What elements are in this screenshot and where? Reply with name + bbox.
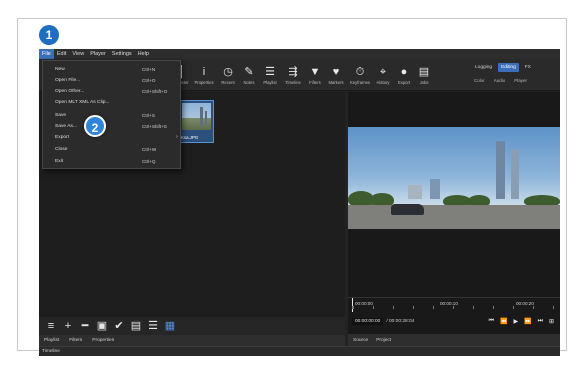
preview-tower: [511, 149, 519, 199]
layout-fx[interactable]: FX: [522, 63, 534, 72]
menu-bar: File Edit View Player Settings Help: [39, 49, 560, 59]
layout-audio[interactable]: Audio: [494, 78, 506, 83]
timeline-status-bar: Timeline: [39, 346, 560, 356]
step-callout-1: 1: [39, 25, 59, 45]
menu-item-shortcut: Ctrl+S: [142, 113, 155, 118]
duration-label: / 00:00:28:04: [386, 318, 415, 324]
rewind-icon[interactable]: ⏪: [500, 318, 507, 325]
grid-toggle-icon[interactable]: ⊞: [549, 318, 554, 325]
marker-icon: ♥: [332, 66, 340, 78]
info-icon: i: [202, 66, 206, 78]
submenu-arrow-icon: ›: [176, 134, 178, 140]
menu-item-label: Export: [55, 135, 70, 140]
menu-item-shortcut: Ctrl+N: [142, 67, 156, 72]
preview-building: [408, 185, 422, 199]
layout-color[interactable]: Color: [474, 78, 485, 83]
ruler-tickmarks: [352, 306, 556, 309]
thumbnail-caption: Ksa.JPG: [181, 135, 199, 140]
tab-playlist[interactable]: Playlist: [44, 338, 59, 343]
playhead[interactable]: [352, 298, 353, 312]
preview-car: [391, 204, 424, 215]
menu-item-open-file[interactable]: Open File... Ctrl+O: [43, 76, 180, 85]
grid-view-icon[interactable]: ▦: [164, 317, 176, 335]
menu-item-label: New: [55, 67, 65, 72]
menu-player[interactable]: Player: [87, 49, 109, 59]
toolbar-label: Properties: [194, 80, 214, 85]
menu-help[interactable]: Help: [135, 49, 152, 59]
video-preview: [348, 127, 560, 229]
update-icon[interactable]: ▣: [96, 317, 108, 335]
tab-filters[interactable]: Filters: [69, 338, 82, 343]
menu-item-label: Exit: [55, 159, 64, 164]
add-icon[interactable]: +: [62, 317, 74, 335]
menu-settings[interactable]: Settings: [109, 49, 135, 59]
skip-start-icon[interactable]: ⏮: [489, 318, 494, 325]
details-view-icon[interactable]: ▤: [130, 317, 142, 335]
menu-item-shortcut: Ctrl+Shift+O: [142, 89, 168, 94]
viewer-panel: 00:00:00 00:00:10 00:00:20 00:00:00:00 /…: [348, 92, 560, 346]
menu-view[interactable]: View: [69, 49, 87, 59]
tab-properties[interactable]: Properties: [92, 338, 114, 343]
menu-item-shortcut: Ctrl+O: [142, 78, 156, 83]
menu-file[interactable]: File: [39, 49, 54, 59]
remove-icon[interactable]: ━: [79, 317, 91, 335]
menu-item-shortcut: Ctrl+W: [142, 147, 157, 152]
toolbar-label: Markers: [328, 80, 344, 85]
menu-item-save[interactable]: Save Ctrl+S: [43, 111, 180, 120]
thumbnail-building: [205, 111, 207, 125]
tab-project[interactable]: Project: [376, 338, 391, 343]
layout-switcher: Logging Editing FX Color Audio Player: [472, 63, 552, 83]
toolbar-markers[interactable]: ♥ Markers: [323, 59, 349, 89]
menu-item-label: Close: [55, 147, 68, 152]
viewer-tabs: Source Project: [348, 334, 560, 346]
left-panel-tabs: Playlist Filters Properties: [39, 335, 345, 346]
menu-item-shortcut: Ctrl+Q: [142, 159, 156, 164]
preview-building: [430, 179, 440, 199]
layout-editing[interactable]: Editing: [498, 63, 519, 72]
timeline-label[interactable]: Timeline: [42, 349, 60, 354]
menu-item-shortcut: Ctrl+Shift+S: [142, 124, 167, 129]
menu-icon[interactable]: ≡: [45, 317, 57, 335]
thumbnail-building: [200, 107, 203, 125]
preview-tower: [496, 141, 505, 199]
menu-item-new[interactable]: New Ctrl+N: [43, 65, 180, 74]
playlist-toolbar: ≡ + ━ ▣ ✔ ▤ ☰ ▦: [39, 317, 345, 335]
toolbar-properties[interactable]: i Properties: [191, 59, 217, 89]
tab-source[interactable]: Source: [353, 338, 368, 343]
time-ruler[interactable]: 00:00:00 00:00:10 00:00:20: [348, 297, 560, 312]
menu-item-label: Open File...: [55, 78, 81, 83]
menu-item-label: Save As...: [55, 124, 78, 129]
toolbar-jobs[interactable]: ▤ Jobs: [411, 59, 437, 89]
play-icon[interactable]: ▶: [513, 318, 518, 325]
jobs-icon: ▤: [418, 66, 430, 78]
layout-player[interactable]: Player: [514, 78, 527, 83]
menu-item-open-mlt-xml[interactable]: Open MLT XML As Clip...: [43, 98, 180, 107]
menu-item-label: Open MLT XML As Clip...: [55, 100, 110, 105]
skip-end-icon[interactable]: ⏭: [538, 318, 543, 325]
menu-item-close[interactable]: Close Ctrl+W: [43, 145, 180, 154]
list-view-icon[interactable]: ☰: [147, 317, 159, 335]
step-callout-2: 2: [84, 115, 106, 137]
file-menu-dropdown: New Ctrl+N Open File... Ctrl+O Open Othe…: [42, 60, 181, 169]
menu-item-label: Open Other...: [55, 89, 85, 94]
transport-bar: 00:00:00:00 / 00:00:28:04 ⏮ ⏪ ▶ ⏩ ⏭ ⊞: [348, 314, 560, 328]
menu-item-exit[interactable]: Exit Ctrl+Q: [43, 157, 180, 166]
menu-item-export[interactable]: Export ›: [43, 133, 180, 142]
menu-item-save-as[interactable]: Save As... Ctrl+Shift+S: [43, 122, 180, 131]
fast-forward-icon[interactable]: ⏩: [524, 318, 531, 325]
layout-logging[interactable]: Logging: [472, 63, 495, 72]
menu-edit[interactable]: Edit: [54, 49, 69, 59]
timecode-field[interactable]: 00:00:00:00: [352, 317, 384, 325]
menu-item-open-other[interactable]: Open Other... Ctrl+Shift+O: [43, 87, 180, 96]
check-icon[interactable]: ✔: [113, 317, 125, 335]
preview-road: [348, 205, 560, 229]
toolbar-label: Jobs: [419, 80, 429, 85]
menu-item-label: Save: [55, 113, 67, 118]
playlist-thumbnail[interactable]: Ksa.JPG: [179, 100, 214, 143]
